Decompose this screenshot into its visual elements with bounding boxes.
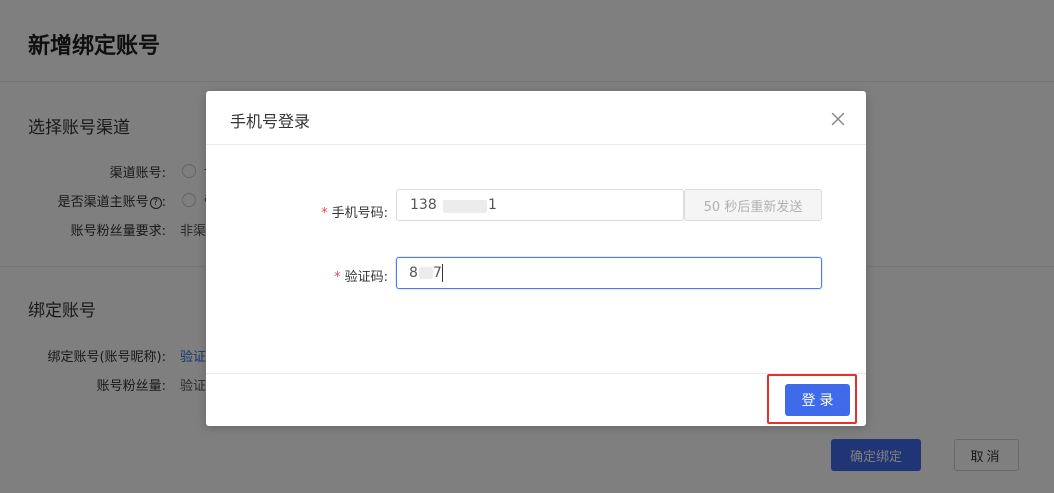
verification-code-label-text: 验证码: [344,270,388,285]
verification-code-label: * 验证码: [334,266,388,285]
phone-number-mask [443,200,487,213]
modal-title: 手机号登录 [230,112,311,131]
required-mark: * [334,270,341,285]
verification-code-prefix: 8 [409,265,418,281]
close-icon [831,112,845,126]
phone-number-suffix: 1 [488,197,497,213]
phone-number-input[interactable]: 138 1 [396,189,684,221]
phone-number-prefix: 138 [410,197,437,213]
modal-footer-divider [206,373,866,374]
login-button[interactable]: 登录 [785,384,850,416]
close-button[interactable] [826,107,850,131]
phone-number-label-text: 手机号码: [331,206,388,221]
phone-number-label: * 手机号码: [321,202,388,221]
verification-code-input[interactable]: 8 7 [396,257,822,289]
verification-code-suffix: 7 [433,265,442,281]
required-mark: * [321,206,328,221]
verification-code-mask [419,267,433,279]
modal-header: 手机号登录 [206,91,866,145]
text-cursor [442,264,443,282]
resend-code-button[interactable]: 50 秒后重新发送 [684,189,822,221]
phone-login-modal: 手机号登录 * 手机号码: 138 1 50 秒后重新发送 * 验证码: 8 7 登… [206,91,866,426]
